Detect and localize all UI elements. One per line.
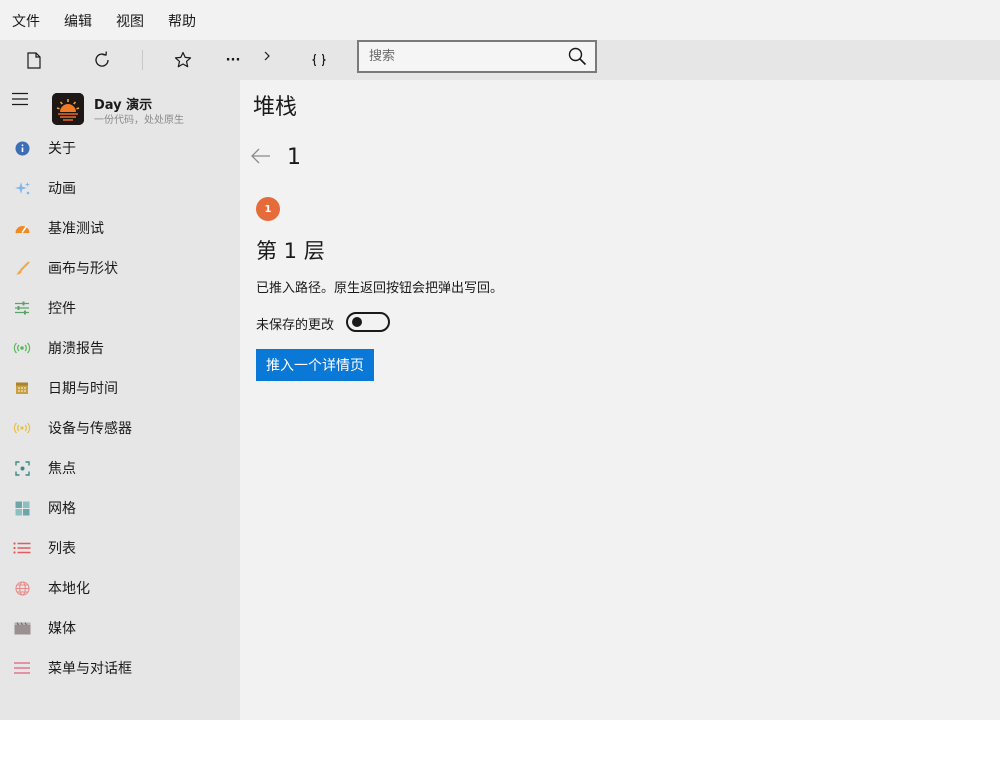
menu-icon (13, 660, 31, 676)
toggle-knob (352, 317, 362, 327)
sliders-icon (13, 300, 31, 316)
calendar-icon (13, 380, 31, 396)
layer-description: 已推入路径。原生返回按钮会把弹出写回。 (256, 281, 504, 296)
sidebar: Day 演示 一份代码，处处原生 关于 动画 基准测试 画布与形状 控件 崩溃报… (0, 80, 240, 720)
menu-edit[interactable]: 编辑 (64, 11, 92, 31)
sidebar-item-label: 设备与传感器 (48, 421, 132, 437)
toolbar-separator (142, 50, 143, 70)
list-icon (13, 540, 31, 556)
broadcast-icon (13, 340, 31, 356)
new-page-button[interactable] (22, 48, 46, 72)
brush-icon (13, 260, 31, 276)
level-badge: 1 (256, 197, 280, 221)
search-icon[interactable] (568, 47, 587, 66)
sidebar-item-label: 焦点 (48, 461, 76, 477)
braces-icon (312, 53, 326, 67)
code-button[interactable] (307, 48, 331, 72)
sidebar-item-label: 日期与时间 (48, 381, 118, 397)
sunrise-logo-icon (52, 93, 84, 125)
app-tagline: 一份代码，处处原生 (94, 115, 184, 126)
refresh-icon (95, 51, 109, 67)
info-icon (13, 140, 31, 156)
sidebar-item-label: 媒体 (48, 621, 76, 637)
more-icon: ··· (225, 52, 241, 68)
sidebar-item-label: 画布与形状 (48, 261, 118, 277)
layer-title: 第 1 层 (256, 239, 325, 263)
sidebar-item-label: 菜单与对话框 (48, 661, 132, 677)
menu-view[interactable]: 视图 (116, 11, 144, 31)
sidebar-item-label: 崩溃报告 (48, 341, 104, 357)
unsaved-changes-toggle[interactable] (346, 312, 390, 332)
sidebar-item-benchmark[interactable]: 基准测试 (0, 208, 240, 248)
focus-icon (13, 460, 31, 476)
expand-button[interactable] (255, 44, 279, 68)
stack-level-number: 1 (287, 145, 301, 170)
sidebar-item-label: 控件 (48, 301, 76, 317)
star-icon (174, 51, 192, 68)
more-button[interactable]: ··· (221, 48, 245, 72)
sidebar-item-animation[interactable]: 动画 (0, 168, 240, 208)
sidebar-item-controls[interactable]: 控件 (0, 288, 240, 328)
sensor-icon (13, 420, 31, 436)
speedometer-icon (13, 220, 31, 236)
sidebar-item-label: 关于 (48, 141, 76, 157)
back-arrow-icon[interactable] (250, 147, 272, 165)
clapper-icon (13, 620, 31, 636)
globe-icon (13, 580, 31, 596)
sidebar-item-menus-dialogs[interactable]: 菜单与对话框 (0, 648, 240, 688)
refresh-button[interactable] (90, 48, 114, 72)
sidebar-item-localization[interactable]: 本地化 (0, 568, 240, 608)
search-input[interactable] (369, 46, 559, 66)
app-logo (52, 93, 84, 125)
toolbar: ··· (0, 40, 1000, 80)
sidebar-item-list[interactable]: 列表 (0, 528, 240, 568)
sparkle-icon (13, 180, 31, 196)
sidebar-item-canvas-shapes[interactable]: 画布与形状 (0, 248, 240, 288)
sidebar-item-label: 网格 (48, 501, 76, 517)
sidebar-item-devices-sensors[interactable]: 设备与传感器 (0, 408, 240, 448)
sidebar-item-grid[interactable]: 网格 (0, 488, 240, 528)
sidebar-item-label: 本地化 (48, 581, 90, 597)
sidebar-item-focus[interactable]: 焦点 (0, 448, 240, 488)
chevron-right-icon (264, 51, 270, 61)
sidebar-item-label: 列表 (48, 541, 76, 557)
grid-icon (13, 500, 31, 516)
menu-help[interactable]: 帮助 (168, 11, 196, 31)
sidebar-item-date-time[interactable]: 日期与时间 (0, 368, 240, 408)
sidebar-item-label: 基准测试 (48, 221, 104, 237)
hamburger-menu-icon[interactable] (11, 92, 29, 106)
main-content: 堆栈 1 1 第 1 层 已推入路径。原生返回按钮会把弹出写回。 未保存的更改 … (240, 80, 1000, 720)
menu-file[interactable]: 文件 (12, 11, 40, 31)
menu-bar: 文件 编辑 视图 帮助 (0, 0, 1000, 40)
page-title: 堆栈 (253, 95, 298, 120)
unsaved-changes-label: 未保存的更改 (256, 318, 335, 333)
favorite-button[interactable] (171, 48, 195, 72)
push-detail-page-button[interactable]: 推入一个详情页 (256, 349, 374, 381)
sidebar-item-about[interactable]: 关于 (0, 128, 240, 168)
sidebar-item-crash-report[interactable]: 崩溃报告 (0, 328, 240, 368)
sidebar-item-media[interactable]: 媒体 (0, 608, 240, 648)
sidebar-item-label: 动画 (48, 181, 76, 197)
search-box (357, 40, 597, 73)
new-page-icon (27, 51, 41, 69)
